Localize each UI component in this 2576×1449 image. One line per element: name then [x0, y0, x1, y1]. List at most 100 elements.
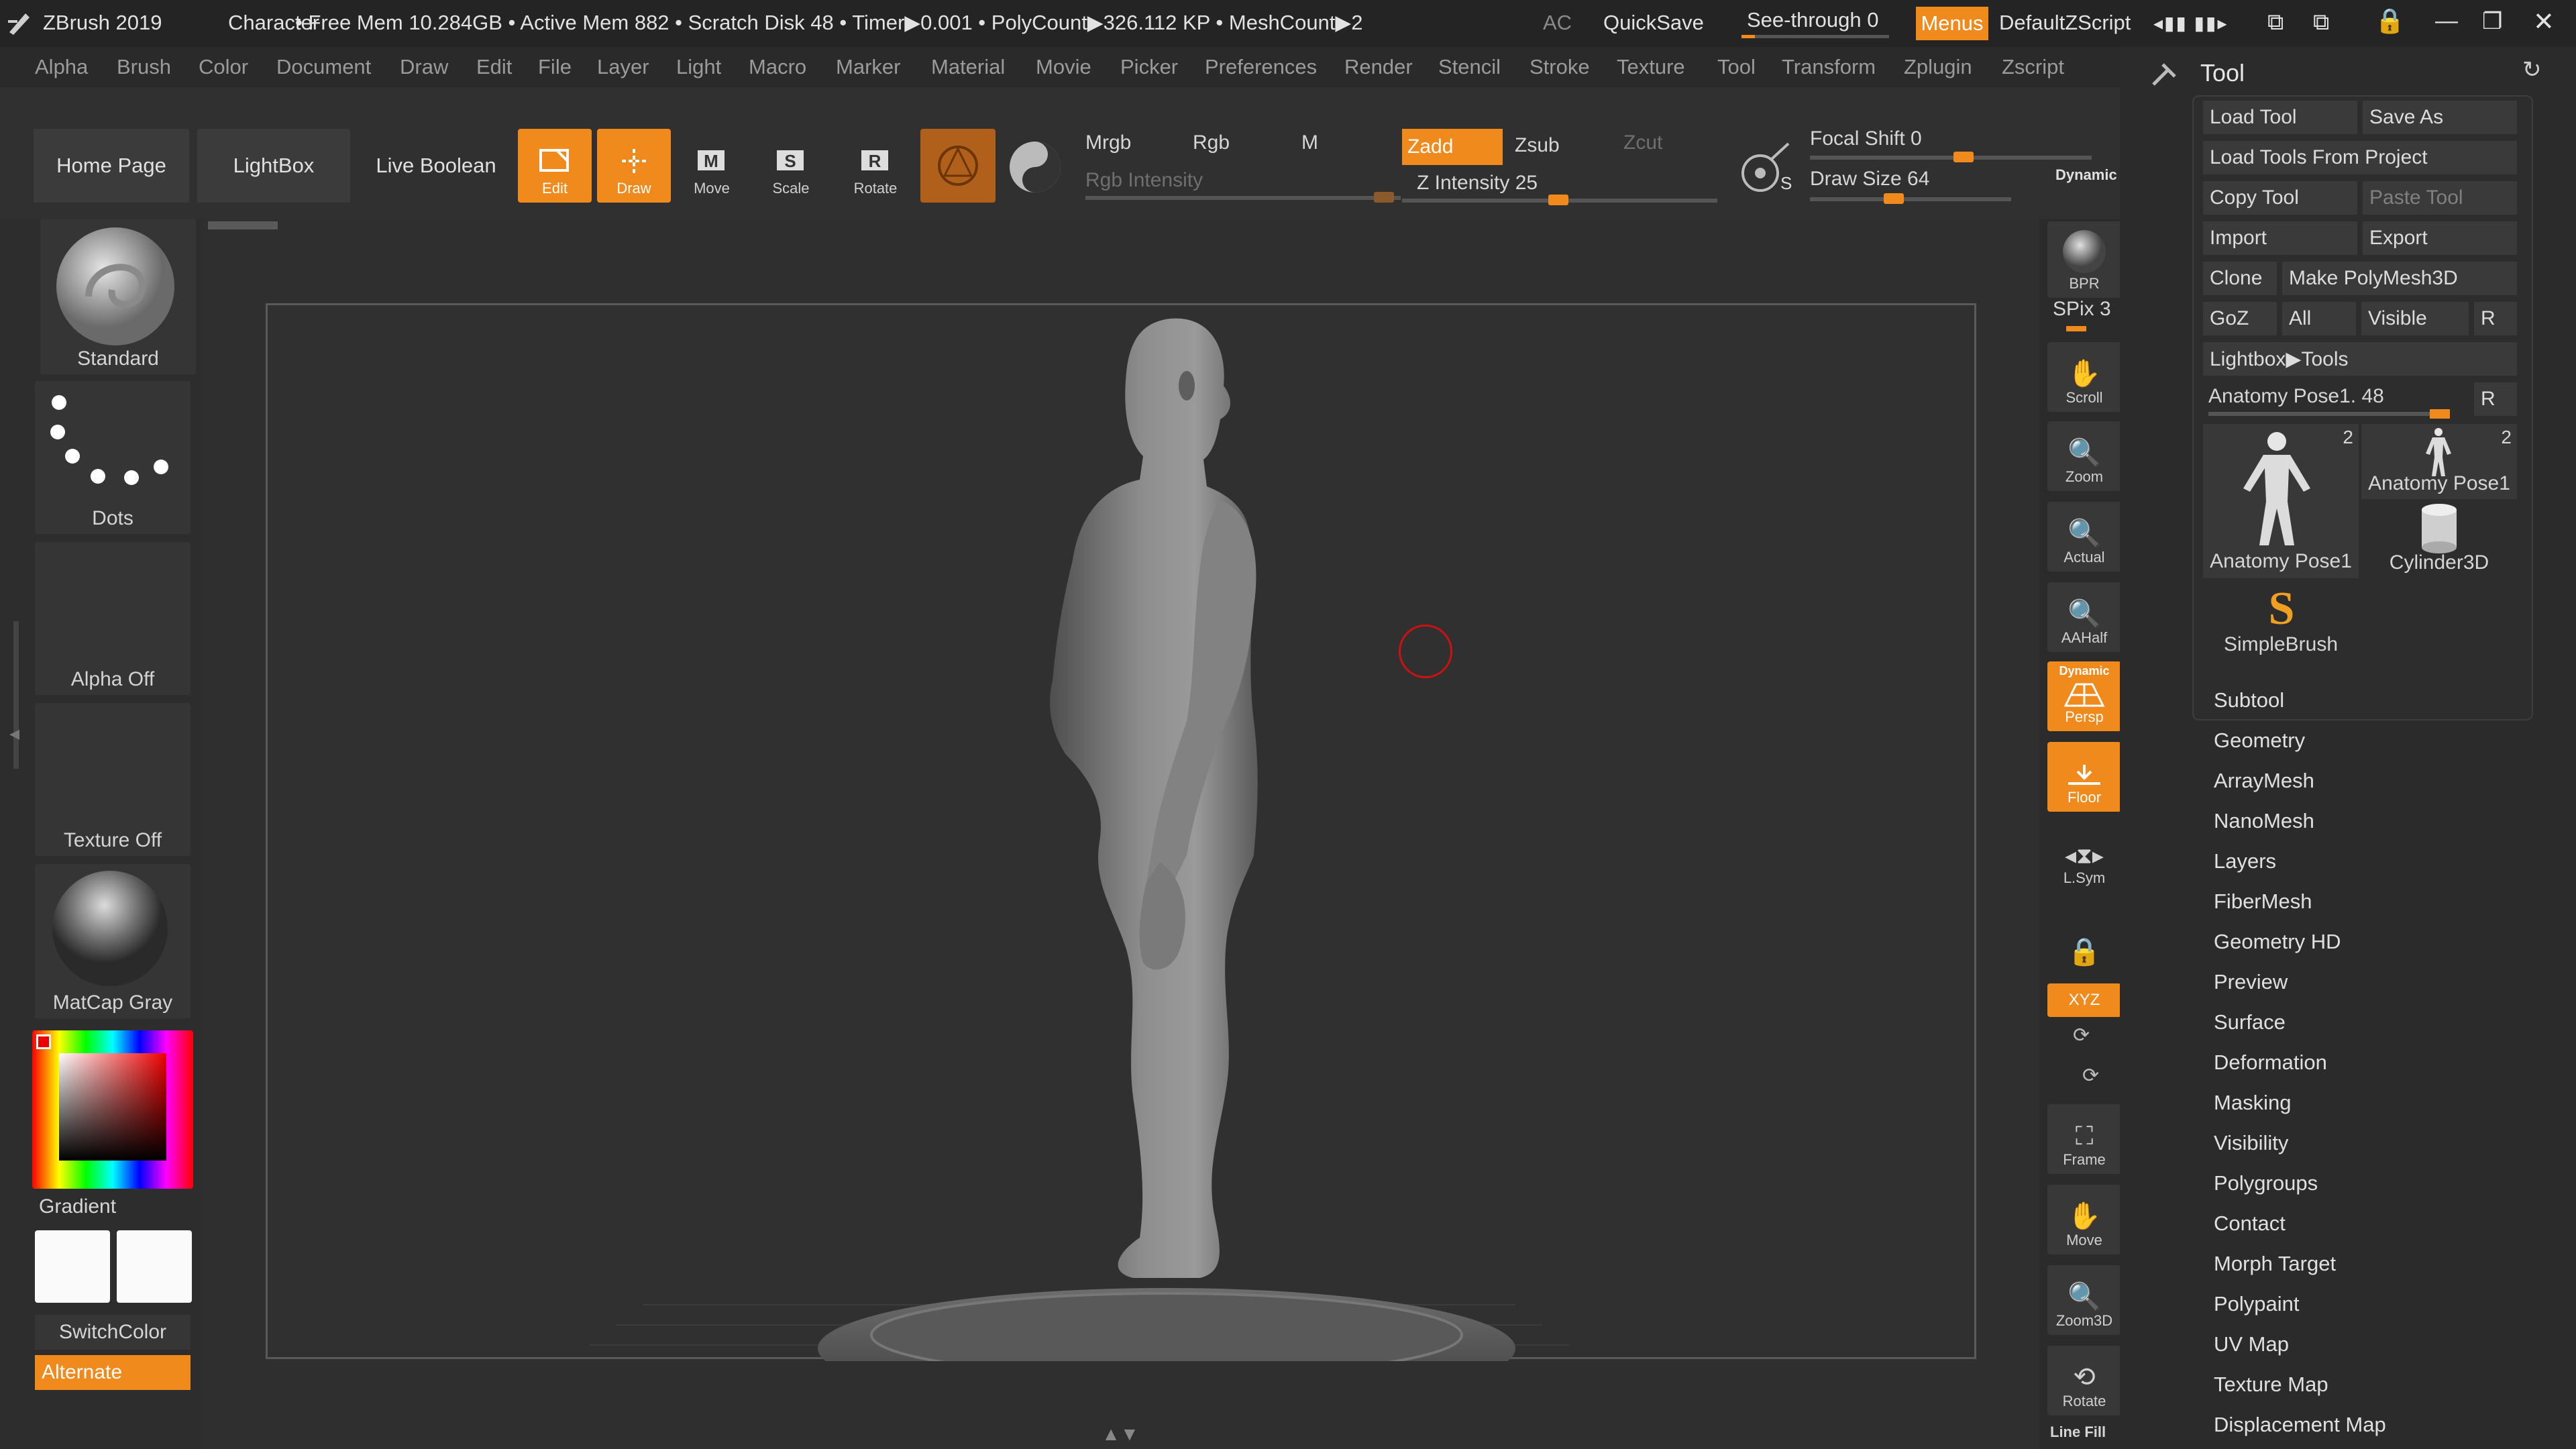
tool-thumb-anatomy-pose-small[interactable]: 2 Anatomy Pose1	[2361, 424, 2517, 499]
menu-stroke[interactable]: Stroke	[1529, 55, 1590, 79]
tool-thumb-cylinder3d[interactable]: Cylinder3D	[2361, 502, 2517, 578]
menu-marker[interactable]: Marker	[836, 55, 900, 79]
layout2-icon[interactable]: ⧉	[2313, 9, 2329, 36]
lsym-button[interactable]: ◂⧗▸ L.Sym	[2047, 822, 2121, 892]
main-color-swatch[interactable]	[35, 1230, 110, 1303]
texture-map-section[interactable]: Texture Map	[2214, 1373, 2328, 1397]
goz-button[interactable]: GoZ	[2203, 302, 2277, 335]
spix-control[interactable]: SPix 3	[2053, 298, 2111, 321]
home-page-button[interactable]: Home Page	[34, 129, 189, 203]
saturation-square[interactable]	[59, 1053, 166, 1161]
floor-button[interactable]: Floor	[2047, 742, 2121, 812]
menu-texture[interactable]: Texture	[1617, 55, 1685, 79]
actual-button[interactable]: 🔍 Actual	[2047, 502, 2121, 572]
goz-r-button[interactable]: R	[2474, 302, 2517, 335]
rgb-button[interactable]: Rgb	[1193, 131, 1230, 154]
menu-edit[interactable]: Edit	[476, 55, 512, 79]
alpha-selector[interactable]: Alpha Off	[35, 542, 191, 695]
move-button[interactable]: M Move	[675, 129, 749, 203]
menu-preferences[interactable]: Preferences	[1205, 55, 1317, 79]
frame-button[interactable]: ⛶ Frame	[2047, 1104, 2121, 1174]
save-as-button[interactable]: Save As	[2363, 101, 2517, 134]
geometry-hd-section[interactable]: Geometry HD	[2214, 930, 2341, 954]
z-intensity-label[interactable]: Z Intensity 25	[1417, 172, 1538, 195]
menu-stencil[interactable]: Stencil	[1438, 55, 1501, 79]
load-tools-from-project-button[interactable]: Load Tools From Project	[2203, 141, 2517, 174]
anatomy-figure-model[interactable]	[268, 305, 1978, 1361]
menu-render[interactable]: Render	[1344, 55, 1413, 79]
lock-icon[interactable]: 🔒	[2375, 7, 2405, 35]
menu-draw[interactable]: Draw	[400, 55, 448, 79]
close-icon[interactable]: ✕	[2533, 7, 2555, 37]
scroll-button[interactable]: ✋ Scroll	[2047, 342, 2121, 412]
load-tool-button[interactable]: Load Tool	[2203, 101, 2357, 134]
draw-size-slider[interactable]	[1810, 193, 2011, 204]
focal-shift-slider[interactable]	[1810, 152, 2092, 162]
draw-button[interactable]: Draw	[597, 129, 671, 203]
menu-macro[interactable]: Macro	[749, 55, 806, 79]
preview-section[interactable]: Preview	[2214, 970, 2288, 994]
menu-light[interactable]: Light	[676, 55, 721, 79]
menu-movie[interactable]: Movie	[1036, 55, 1091, 79]
lightbox-tools-button[interactable]: Lightbox▶Tools	[2203, 342, 2517, 376]
polygroups-section[interactable]: Polygroups	[2214, 1171, 2318, 1195]
export-button[interactable]: Export	[2363, 221, 2517, 255]
z-intensity-slider[interactable]	[1402, 195, 1717, 205]
paste-tool-button[interactable]: Paste Tool	[2363, 181, 2517, 215]
mrgb-button[interactable]: Mrgb	[1085, 131, 1131, 154]
rgb-intensity-label[interactable]: Rgb Intensity	[1085, 169, 1203, 192]
persp-button[interactable]: Dynamic Persp	[2047, 661, 2121, 731]
tool-thumb-anatomy-pose[interactable]: 2 Anatomy Pose1	[2203, 424, 2359, 578]
current-tool-slider[interactable]: Anatomy Pose1. 48	[2208, 385, 2384, 408]
current-tool-track[interactable]	[2208, 409, 2450, 419]
nanomesh-section[interactable]: NanoMesh	[2214, 809, 2314, 833]
minimize-icon[interactable]: —	[2435, 8, 2458, 34]
restore-icon[interactable]: ❐	[2482, 8, 2502, 35]
reset-palette-icon[interactable]: ↻	[2522, 56, 2542, 83]
rotate-view-button[interactable]: ⟲ Rotate	[2047, 1346, 2121, 1415]
linefill-button[interactable]: Line Fill	[2050, 1424, 2106, 1441]
contact-section[interactable]: Contact	[2214, 1212, 2286, 1236]
bpr-button[interactable]: BPR	[2047, 221, 2121, 298]
secondary-color-swatch[interactable]	[117, 1230, 192, 1303]
see-through-track[interactable]	[1741, 35, 1889, 38]
zsub-button[interactable]: Zsub	[1515, 134, 1560, 157]
subtool-section[interactable]: Subtool	[2214, 688, 2284, 712]
menu-picker[interactable]: Picker	[1120, 55, 1178, 79]
make-polymesh3d-button[interactable]: Make PolyMesh3D	[2282, 262, 2517, 295]
default-zscript-button[interactable]: DefaultZScript	[1999, 11, 2131, 35]
switchcolor-button[interactable]: SwitchColor	[35, 1315, 191, 1350]
rgb-intensity-slider[interactable]	[1085, 192, 1401, 203]
layout-icon[interactable]: ⧉	[2267, 9, 2284, 36]
tray-toggle-icon[interactable]: ◂▮▮ ▮▮▸	[2153, 12, 2229, 34]
rotate-y-icon[interactable]: ⟳	[2073, 1024, 2090, 1047]
import-button[interactable]: Import	[2203, 221, 2357, 255]
goz-all-button[interactable]: All	[2282, 302, 2356, 335]
alternate-button[interactable]: Alternate	[35, 1355, 191, 1390]
menu-transform[interactable]: Transform	[1782, 55, 1876, 79]
canvas-viewport[interactable]	[266, 303, 1978, 1361]
morph-target-section[interactable]: Morph Target	[2214, 1252, 2336, 1276]
menu-file[interactable]: File	[538, 55, 572, 79]
menu-zplugin[interactable]: Zplugin	[1904, 55, 1972, 79]
layers-section[interactable]: Layers	[2214, 849, 2276, 873]
brush-selector[interactable]: Standard	[40, 219, 196, 374]
focal-shift-label[interactable]: Focal Shift 0	[1810, 127, 1922, 150]
transp-lock-button[interactable]: 🔒	[2047, 903, 2121, 973]
current-tool-r-button[interactable]: R	[2474, 382, 2517, 416]
menu-tool[interactable]: Tool	[1717, 55, 1756, 79]
lightbox-button[interactable]: LightBox	[197, 129, 350, 203]
collapse-left-icon[interactable]: ◂	[9, 722, 19, 745]
tool-thumb-simplebrush[interactable]: S SimpleBrush	[2203, 581, 2359, 660]
zcut-button[interactable]: Zcut	[1623, 131, 1662, 154]
geometry-section[interactable]: Geometry	[2214, 729, 2305, 753]
sculptris-pro-button[interactable]	[920, 129, 996, 203]
fibermesh-section[interactable]: FiberMesh	[2214, 890, 2312, 914]
color-picker[interactable]	[32, 1030, 193, 1189]
see-through-slider[interactable]: See-through 0	[1747, 8, 1878, 32]
lazy-mouse-icon[interactable]: S	[1733, 138, 1798, 203]
xyz-button[interactable]: XYZ	[2047, 983, 2121, 1017]
live-boolean-button[interactable]: Live Boolean	[358, 129, 514, 203]
arraymesh-section[interactable]: ArrayMesh	[2214, 769, 2314, 793]
dynamic-toggle[interactable]: Dynamic	[2055, 166, 2117, 184]
